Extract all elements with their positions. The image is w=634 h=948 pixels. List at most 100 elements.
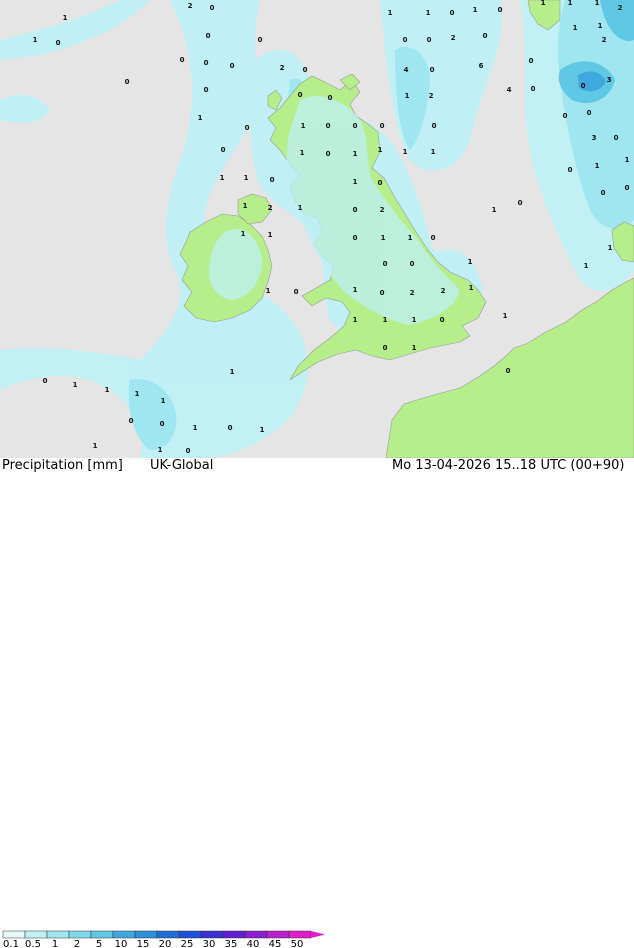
precip-value-label: 0 (568, 166, 573, 174)
legend-tick-label: 45 (269, 939, 282, 948)
legend-tick-label: 30 (203, 939, 216, 948)
precip-value-label: 1 (503, 312, 508, 320)
precip-value-label: 1 (33, 36, 38, 44)
precip-value-label: 0 (531, 85, 536, 93)
precip-value-label: 1 (63, 14, 68, 22)
precip-value-label: 1 (220, 174, 225, 182)
legend-tick-label: 25 (181, 939, 194, 948)
precip-value-label: 4 (404, 66, 409, 74)
precip-value-label: 1 (353, 150, 358, 158)
precip-value-label: 0 (483, 32, 488, 40)
precip-value-label: 0 (440, 316, 445, 324)
precip-value-label: 0 (186, 447, 191, 455)
precip-value-label: 1 (608, 244, 613, 252)
precip-value-label: 0 (204, 59, 209, 67)
precip-value-label: 1 (243, 202, 248, 210)
legend-tick-label: 0.1 (3, 939, 19, 948)
precip-title: Precipitation [mm] (2, 458, 123, 473)
precip-value-label: 1 (353, 178, 358, 186)
precip-value-label: 0 (326, 122, 331, 130)
precip-value-label: 1 (598, 22, 603, 30)
precip-value-label: 1 (412, 316, 417, 324)
precip-value-label: 1 (73, 381, 78, 389)
precip-value-label: 0 (378, 179, 383, 187)
legend-swatch (24, 930, 48, 939)
precip-value-label: 0 (160, 420, 165, 428)
precip-value-label: 0 (498, 6, 503, 14)
legend-tick-label: 20 (159, 939, 172, 948)
precip-value-label: 1 (353, 286, 358, 294)
precip-value-label: 0 (430, 66, 435, 74)
valid-time: Mo 13-04-2026 15..18 UTC (00+90) (392, 458, 625, 473)
precip-value-label: 2 (410, 289, 415, 297)
precip-value-label: 0 (506, 367, 511, 375)
precip-value-label: 0 (625, 184, 630, 192)
precip-value-label: 1 (244, 174, 249, 182)
legend-tick-label: 1 (52, 939, 58, 948)
precip-value-label: 1 (158, 446, 163, 454)
precip-value-label: 0 (383, 344, 388, 352)
precip-value-label: 0 (380, 122, 385, 130)
precip-value-label: 0 (43, 377, 48, 385)
legend-swatch (200, 930, 224, 939)
precip-value-label: 0 (245, 124, 250, 132)
map-footer: Precipitation [mm] UK-Global Mo 13-04-20… (0, 458, 634, 948)
precip-value-label: 0 (518, 199, 523, 207)
precip-value-label: 1 (300, 149, 305, 157)
precip-value-label: 0 (587, 109, 592, 117)
precip-value-label: 1 (473, 6, 478, 14)
precip-value-label: 1 (198, 114, 203, 122)
legend-swatch (156, 930, 180, 939)
precip-value-label: 1 (468, 258, 473, 266)
precip-value-label: 1 (595, 162, 600, 170)
precip-value-label: 1 (469, 284, 474, 292)
precip-value-label: 0 (294, 288, 299, 296)
precip-value-label: 0 (210, 4, 215, 12)
precip-value-label: 6 (479, 62, 484, 70)
precip-value-label: 0 (353, 234, 358, 242)
precip-value-label: 0 (230, 62, 235, 70)
legend-swatch (68, 930, 92, 939)
legend-swatch (178, 930, 202, 939)
precip-value-label: 0 (258, 36, 263, 44)
precip-value-label: 0 (431, 234, 436, 242)
legend-tick-label: 10 (115, 939, 128, 948)
precip-value-label: 0 (353, 206, 358, 214)
precip-value-label: 2 (280, 64, 285, 72)
legend-swatch (46, 930, 70, 939)
precip-value-label: 0 (403, 36, 408, 44)
precip-value-label: 0 (450, 9, 455, 17)
precip-value-label: 0 (427, 36, 432, 44)
precip-value-label: 0 (563, 112, 568, 120)
precip-value-label: 2 (380, 206, 385, 214)
precip-value-label: 2 (441, 287, 446, 295)
precip-value-label: 1 (193, 424, 198, 432)
precip-value-label: 1 (383, 316, 388, 324)
precip-value-label: 0 (432, 122, 437, 130)
precip-value-label: 1 (492, 206, 497, 214)
precip-value-label: 3 (592, 134, 597, 142)
legend-swatch (222, 930, 246, 939)
precip-value-label: 2 (429, 92, 434, 100)
precip-value-label: 1 (93, 442, 98, 450)
precip-value-label: 1 (268, 231, 273, 239)
precip-value-label: 0 (206, 32, 211, 40)
legend-swatch (266, 930, 290, 939)
model-name: UK-Global (150, 458, 214, 473)
precip-value-label: 0 (581, 82, 586, 90)
precip-value-label: 0 (353, 122, 358, 130)
precip-value-label: 0 (601, 189, 606, 197)
precip-value-label: 1 (266, 287, 271, 295)
precip-value-label: 0 (204, 86, 209, 94)
precip-value-label: 2 (618, 4, 623, 12)
precip-value-label: 1 (241, 230, 246, 238)
precip-value-label: 1 (595, 0, 600, 7)
precip-value-label: 1 (230, 368, 235, 376)
legend-swatch (2, 930, 26, 939)
legend-swatch (134, 930, 158, 939)
precip-value-label: 1 (408, 234, 413, 242)
precip-value-label: 2 (451, 34, 456, 42)
legend-overflow-arrow (311, 931, 325, 938)
precip-value-label: 0 (614, 134, 619, 142)
precip-value-label: 1 (426, 9, 431, 17)
